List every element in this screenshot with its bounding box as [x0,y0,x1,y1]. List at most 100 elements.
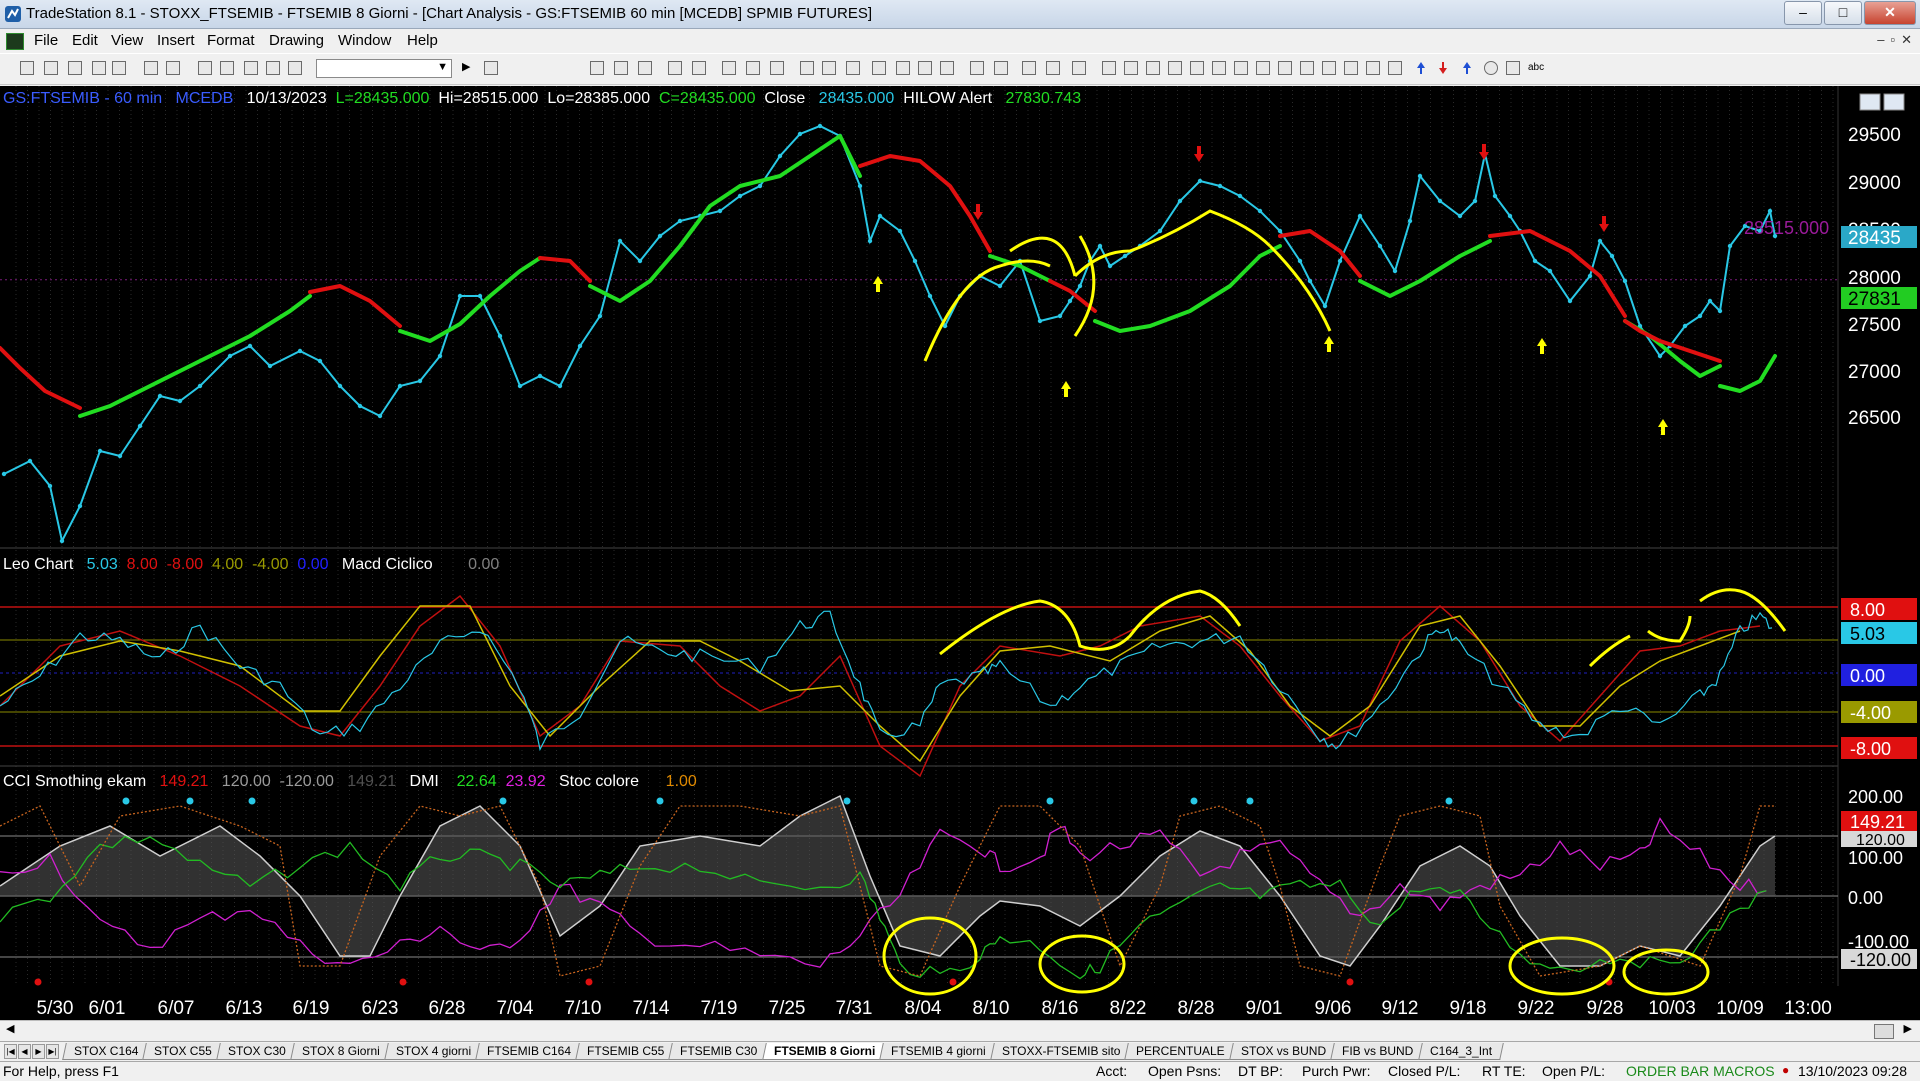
chart-canvas[interactable]: 2950029000285002800027500270002650028515… [0,86,1920,1020]
rectangle-icon[interactable] [1506,61,1520,75]
workspace-tab[interactable]: STOX C164 [62,1043,151,1060]
cut-icon[interactable] [198,61,212,75]
arc-icon[interactable] [1300,61,1314,75]
menu-drawing[interactable]: Drawing [269,32,324,49]
open-folder-icon[interactable] [112,61,126,75]
text-icon[interactable]: abc [1528,62,1544,76]
up-arrow-blue-icon[interactable] [1460,61,1474,75]
ellipse-icon[interactable] [1484,61,1498,75]
pencil-icon[interactable] [1388,61,1402,75]
workspace-tab[interactable]: FIB vs BUND [1330,1043,1426,1060]
chart-analysis-window[interactable]: 2950029000285002800027500270002650028515… [0,86,1920,1020]
menu-help[interactable]: Help [407,32,438,49]
workspace-tab[interactable]: STOX 8 Giorni [290,1043,392,1060]
open-workspace-icon[interactable] [68,61,82,75]
horizontal-scrollbar[interactable]: ◀ ▶ [0,1020,1920,1041]
arrow-up-icon[interactable] [1414,61,1428,75]
menu-edit[interactable]: Edit [72,32,98,49]
mdi-restore-button[interactable]: ▫ [1890,32,1895,48]
chart-line-icon[interactable] [770,61,784,75]
zoom-out-icon[interactable] [940,61,954,75]
copy-icon[interactable] [220,61,234,75]
minimize-button[interactable]: ‒ [1784,1,1822,25]
trendline-icon[interactable] [1102,61,1116,75]
stoc-signal-dot [1046,797,1054,805]
maximize-button[interactable]: □ [1824,1,1862,25]
workspace-tab[interactable]: C164_3_Int [1417,1043,1504,1060]
open-icon[interactable] [44,61,58,75]
save-icon[interactable] [144,61,158,75]
workspace-tab[interactable]: STOX C30 [216,1043,298,1060]
parallel-icon[interactable] [1322,61,1336,75]
shift-icon[interactable] [896,61,910,75]
chart-window-icon[interactable] [6,33,24,50]
menu-file[interactable]: File [34,32,58,49]
new-icon[interactable] [20,61,34,75]
chart-icon[interactable] [266,61,280,75]
play-icon[interactable]: ▶ [462,60,476,74]
workspace-tab[interactable]: PERCENTUALE [1124,1043,1237,1060]
strategy-icon[interactable] [800,61,814,75]
scroll-right-icon[interactable]: ▶ [1904,1022,1912,1035]
format-icon[interactable] [1046,61,1060,75]
menu-window[interactable]: Window [338,32,391,49]
refresh-icon[interactable] [692,61,706,75]
scroll-left-icon[interactable]: ◀ [6,1022,14,1035]
pointer-icon[interactable] [970,61,984,75]
tab-last-icon[interactable]: ▶| [46,1044,59,1059]
move-icon[interactable] [872,61,886,75]
tab-first-icon[interactable]: |◀ [4,1044,17,1059]
scroll-thumb[interactable] [1874,1024,1894,1039]
symbol-dropdown[interactable]: ▼ [316,59,452,78]
workspace-tab[interactable]: FTSEMIB 8 Giorni [762,1043,887,1060]
bars-icon[interactable] [846,61,860,75]
menu-insert[interactable]: Insert [157,32,195,49]
chart-candle-icon[interactable] [746,61,760,75]
cycle-lines-icon[interactable] [1256,61,1270,75]
order-icon[interactable] [994,61,1008,75]
workspace-tab[interactable]: STOX C55 [142,1043,225,1060]
mdi-close-button[interactable]: ✕ [1901,32,1912,48]
speed-lines-icon[interactable] [1234,61,1248,75]
tab-next-icon[interactable]: ▶ [32,1044,45,1059]
arrow-down-icon[interactable] [1436,61,1450,75]
workspace-tab[interactable]: FTSEMIB C55 [575,1043,677,1060]
lock-icon[interactable] [244,61,258,75]
tools-icon[interactable] [1022,61,1036,75]
curve-icon[interactable] [1366,61,1380,75]
angle-icon[interactable] [1278,61,1292,75]
menu-view[interactable]: View [111,32,143,49]
menu-format[interactable]: Format [207,32,255,49]
sheet-icon[interactable] [638,61,652,75]
window-layout-2-icon[interactable] [614,61,628,75]
workspace-tab[interactable]: STOX 4 giorni [384,1043,483,1060]
workspace-tab[interactable]: FTSEMIB C30 [668,1043,770,1060]
find-icon[interactable] [484,61,498,75]
print-icon[interactable] [166,61,180,75]
status-bar: For Help, press F1 Acct: Open Psns: DT B… [0,1061,1920,1081]
close-button[interactable]: ✕ [1864,1,1916,25]
workspace-tab[interactable]: FTSEMIB C164 [475,1043,583,1060]
alert-icon[interactable] [822,61,836,75]
chart-bar-icon[interactable] [722,61,736,75]
vertical-lines-icon[interactable] [1124,61,1138,75]
level-value: 28515.000 [1744,218,1829,238]
order-bar-macros-label[interactable]: ORDER BAR MACROS [1626,1063,1775,1079]
date-axis-label: 8/10 [973,998,1010,1019]
horizontal-lines-icon[interactable] [1146,61,1160,75]
channel-icon[interactable] [1168,61,1182,75]
tab-prev-icon[interactable]: ◀ [18,1044,31,1059]
fibonacci-icon[interactable] [1190,61,1204,75]
mdi-minimize-button[interactable]: – [1877,32,1884,48]
link-icon[interactable] [668,61,682,75]
workspace-tab[interactable]: STOXX-FTSEMIB sito [990,1043,1133,1060]
gann-icon[interactable] [1212,61,1226,75]
grid-icon[interactable] [1072,61,1086,75]
indicator-icon[interactable] [288,61,302,75]
spiral-icon[interactable] [1344,61,1358,75]
zoom-in-icon[interactable] [918,61,932,75]
workspace-tab[interactable]: STOX vs BUND [1229,1043,1338,1060]
window-layout-icon[interactable] [590,61,604,75]
workspace-tab[interactable]: FTSEMIB 4 giorni [879,1043,998,1060]
new-workspace-icon[interactable] [92,61,106,75]
